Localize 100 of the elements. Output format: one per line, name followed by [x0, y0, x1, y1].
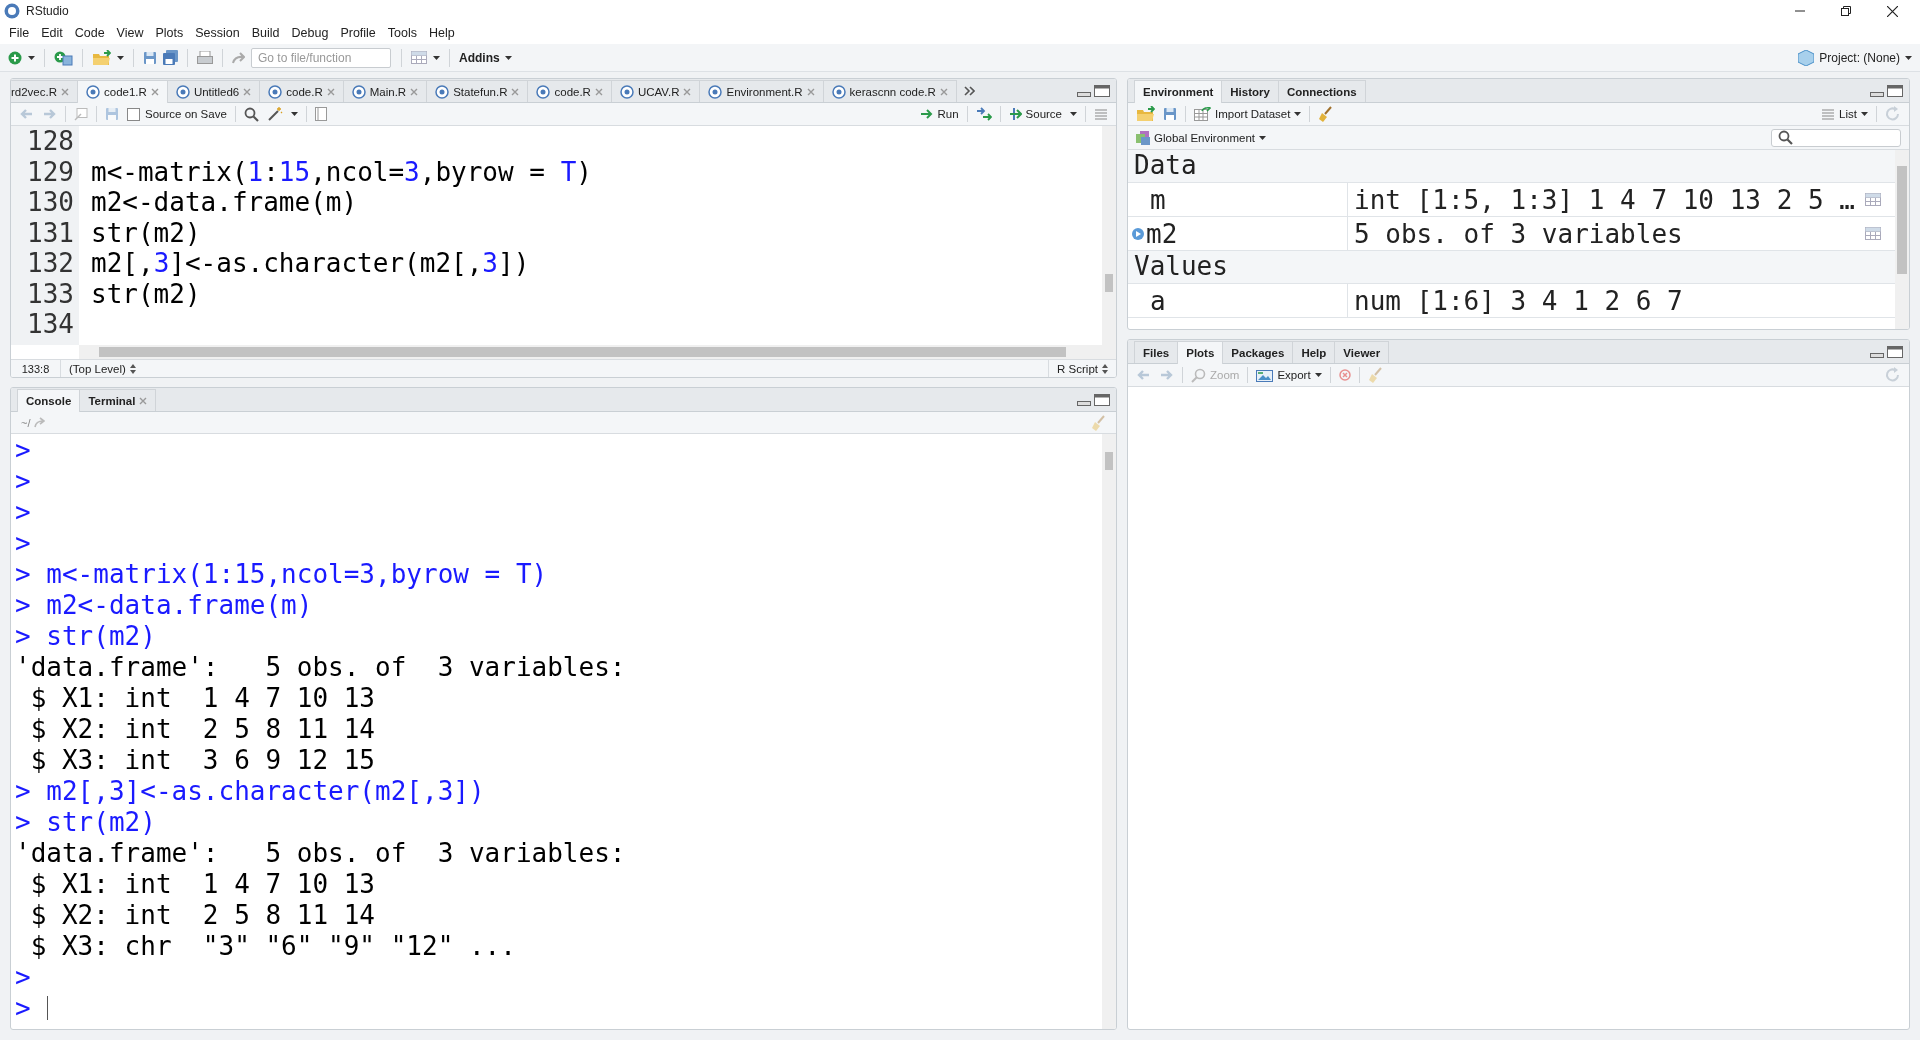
- tab[interactable]: Connections: [1277, 80, 1366, 102]
- arrow-icon[interactable]: [920, 107, 934, 121]
- rerun-icon[interactable]: [975, 107, 992, 121]
- go-to-directory-icon[interactable]: [34, 417, 46, 428]
- file-type-selector[interactable]: R Script: [1048, 360, 1116, 377]
- environment-selector[interactable]: Global Environment: [1136, 130, 1266, 145]
- back-icon[interactable]: [1136, 368, 1151, 382]
- show-in-window-icon[interactable]: [74, 107, 88, 121]
- restore-icon[interactable]: [1841, 5, 1851, 16]
- tab[interactable]: Console: [17, 389, 81, 412]
- magic-wand-icon[interactable]: [266, 106, 283, 122]
- file-icon: [86, 85, 101, 99]
- search-field[interactable]: [1771, 128, 1901, 147]
- menu-item[interactable]: Code: [69, 24, 110, 42]
- search-icon[interactable]: [243, 106, 259, 122]
- more-tabs-icon[interactable]: [963, 86, 975, 96]
- forward-icon[interactable]: [42, 107, 57, 121]
- pane-maximize-icon[interactable]: [1094, 84, 1110, 97]
- expand-icon[interactable]: [1132, 227, 1144, 240]
- tab[interactable]: Viewer: [1334, 341, 1390, 363]
- source-on-save-checkbox[interactable]: Source on Save: [127, 107, 227, 121]
- command-text: >: [15, 961, 31, 992]
- addins-button[interactable]: Addins: [459, 50, 512, 65]
- tab[interactable]: Plots: [1177, 341, 1224, 364]
- app-logo-icon: [4, 3, 20, 19]
- pane-maximize-icon[interactable]: [1094, 393, 1110, 406]
- run-button[interactable]: Run: [920, 107, 959, 121]
- variable-name: m2: [1146, 218, 1178, 249]
- save-icon[interactable]: [143, 50, 157, 65]
- caret-icon: [1861, 112, 1868, 116]
- output-text: $ X3: int 3 6 9 12 15: [29, 744, 376, 775]
- caret-icon: [1294, 112, 1302, 116]
- go-to-file-field[interactable]: Go to file/function: [251, 47, 391, 68]
- menu-item[interactable]: Help: [424, 24, 460, 42]
- clear-console-icon[interactable]: [1091, 414, 1106, 431]
- output-text: 'data.frame': 5 obs. of 3 variables:: [15, 651, 626, 682]
- menu-item[interactable]: Edit: [36, 24, 68, 42]
- tab[interactable]: Environment.R: [699, 80, 824, 102]
- menu-item[interactable]: Session: [190, 24, 245, 42]
- tab[interactable]: kerascnn code.R: [822, 80, 957, 102]
- caret-icon: [290, 112, 298, 116]
- new-file-icon[interactable]: [8, 50, 22, 65]
- close-icon[interactable]: [1887, 5, 1898, 17]
- forward-icon[interactable]: [1159, 368, 1174, 382]
- new-project-icon[interactable]: [54, 49, 73, 66]
- layout-grid-icon[interactable]: [411, 51, 427, 64]
- tab[interactable]: Main.R: [342, 80, 428, 102]
- line-number: 134: [26, 309, 75, 340]
- cube-icon: [1798, 49, 1815, 66]
- pane-maximize-icon[interactable]: [1887, 84, 1903, 97]
- variable-value: 5 obs. of 3 variables: [1353, 218, 1684, 249]
- project-button[interactable]: Project: (None): [1798, 49, 1912, 66]
- menu-item[interactable]: View: [111, 24, 149, 42]
- refresh-icon[interactable]: [1885, 367, 1901, 383]
- source-button[interactable]: Source: [1008, 107, 1062, 121]
- menu-item[interactable]: Debug: [286, 24, 334, 42]
- print-icon[interactable]: [197, 51, 213, 64]
- back-icon[interactable]: [19, 107, 34, 121]
- caret-icon: [28, 55, 35, 60]
- scope-selector[interactable]: (Top Level): [61, 360, 144, 377]
- menu-item[interactable]: Profile: [335, 24, 381, 42]
- refresh-icon[interactable]: [1885, 106, 1901, 122]
- remove-plot-icon[interactable]: [1338, 369, 1351, 381]
- search-icon[interactable]: [1778, 130, 1793, 145]
- list-view-button[interactable]: List: [1821, 107, 1868, 121]
- menu-item[interactable]: Build: [246, 24, 285, 42]
- tab[interactable]: Untitled6: [166, 80, 261, 102]
- tab[interactable]: code.R: [527, 80, 612, 102]
- notebook-icon[interactable]: [314, 107, 327, 121]
- section-header: Data: [1128, 150, 1895, 183]
- menu-item[interactable]: Tools: [382, 24, 422, 42]
- tab[interactable]: UCAV.R: [610, 80, 701, 102]
- tab[interactable]: Environment: [1134, 80, 1223, 103]
- text-cursor: [46, 995, 48, 1020]
- pane-maximize-icon[interactable]: [1887, 345, 1903, 358]
- output-text: $ X1: int 1 4 7 10 13: [29, 868, 376, 899]
- tab[interactable]: code1.R: [77, 80, 168, 103]
- import-dataset-button[interactable]: Import Dataset: [1194, 107, 1302, 121]
- view-data-icon[interactable]: [1865, 227, 1881, 240]
- view-data-icon[interactable]: [1865, 193, 1881, 206]
- tab[interactable]: Terminal: [79, 389, 157, 411]
- save-icon[interactable]: [105, 107, 119, 121]
- broom-icon[interactable]: [1318, 106, 1334, 122]
- file-icon: [175, 84, 190, 99]
- save-icon[interactable]: [1163, 107, 1177, 121]
- list-icon[interactable]: [1821, 107, 1836, 121]
- tab[interactable]: code.R: [259, 80, 344, 102]
- export-button[interactable]: Export: [1256, 368, 1322, 382]
- variable-value: int [1:5, 1:3] 1 4 7 10 13 2 5 …: [1353, 184, 1856, 215]
- outline-icon[interactable]: [1094, 107, 1108, 121]
- command-text: > str(m2): [15, 620, 156, 651]
- tab[interactable]: Statefun.R: [426, 80, 529, 102]
- menu-item[interactable]: Plots: [150, 24, 189, 42]
- menu-item[interactable]: File: [4, 24, 35, 42]
- save-all-icon[interactable]: [163, 50, 178, 65]
- folder-icon[interactable]: [92, 49, 111, 66]
- folder-icon[interactable]: [1136, 106, 1155, 122]
- tab[interactable]: Files: [1134, 341, 1179, 363]
- clear-plots-icon[interactable]: [1367, 367, 1383, 383]
- arrow-icon: [232, 51, 245, 64]
